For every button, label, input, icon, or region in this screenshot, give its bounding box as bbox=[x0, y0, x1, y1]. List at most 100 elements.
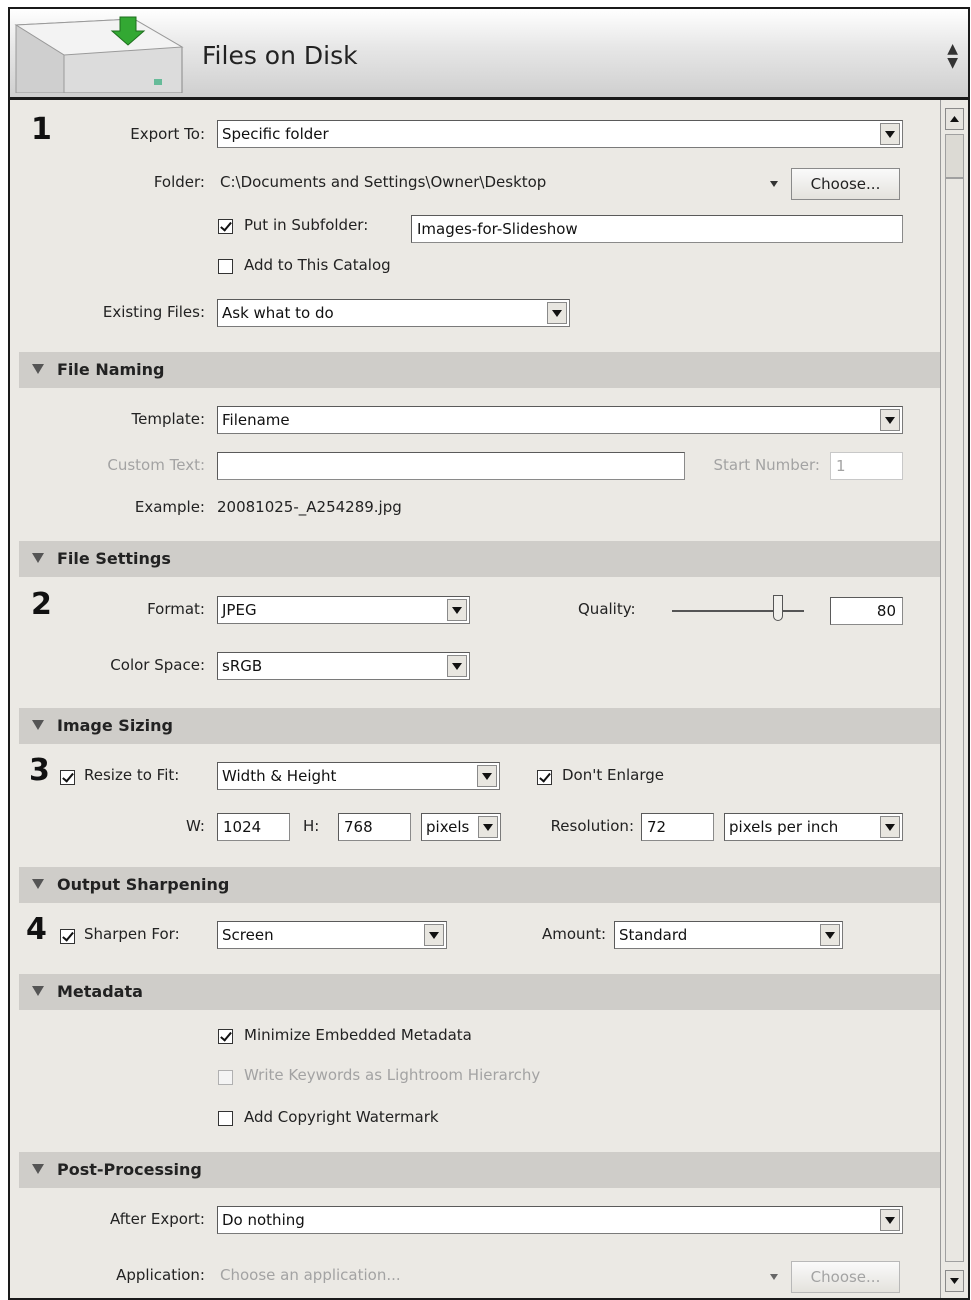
dont-enlarge-checkbox[interactable] bbox=[537, 770, 552, 785]
scroll-track-upper[interactable] bbox=[945, 134, 964, 178]
choose-folder-button[interactable]: Choose... bbox=[791, 168, 900, 200]
step-number-1: 1 bbox=[31, 112, 52, 147]
scroll-thumb[interactable] bbox=[945, 178, 964, 1262]
choose-application-button[interactable]: Choose... bbox=[791, 1261, 900, 1293]
chevron-down-icon[interactable] bbox=[477, 765, 497, 787]
write-keywords-checkbox[interactable] bbox=[218, 1070, 233, 1085]
amount-dropdown[interactable]: Standard bbox=[614, 921, 843, 949]
chevron-down-icon[interactable] bbox=[478, 816, 498, 838]
folder-history-arrow-icon[interactable] bbox=[770, 181, 778, 187]
disclosure-triangle-icon[interactable] bbox=[32, 986, 44, 996]
existing-files-label: Existing Files: bbox=[102, 303, 205, 321]
disclosure-triangle-icon[interactable] bbox=[32, 553, 44, 563]
settings-panel: 1 Export To: Specific folder Folder: C:\… bbox=[10, 100, 941, 1298]
write-keywords-label: Write Keywords as Lightroom Hierarchy bbox=[244, 1066, 541, 1084]
put-in-subfolder-label: Put in Subfolder: bbox=[244, 216, 369, 234]
scroll-up-button[interactable] bbox=[945, 108, 964, 130]
after-export-dropdown[interactable]: Do nothing bbox=[217, 1206, 903, 1234]
dont-enlarge-label: Don't Enlarge bbox=[562, 766, 665, 784]
section-label: File Naming bbox=[57, 360, 165, 379]
disclosure-triangle-icon[interactable] bbox=[32, 720, 44, 730]
copyright-watermark-checkbox[interactable] bbox=[218, 1111, 233, 1126]
minimize-metadata-checkbox[interactable] bbox=[218, 1029, 233, 1044]
disclosure-triangle-icon[interactable] bbox=[32, 1164, 44, 1174]
quality-slider-thumb[interactable] bbox=[773, 595, 783, 621]
chevron-down-icon[interactable] bbox=[424, 924, 444, 946]
color-space-value: sRGB bbox=[222, 657, 263, 675]
height-value: 768 bbox=[344, 818, 373, 836]
application-placeholder[interactable]: Choose an application... bbox=[220, 1266, 401, 1284]
resize-to-fit-label: Resize to Fit: bbox=[84, 766, 180, 784]
section-image-sizing[interactable]: Image Sizing bbox=[19, 708, 940, 744]
chevron-down-icon[interactable] bbox=[880, 816, 900, 838]
color-space-label: Color Space: bbox=[110, 656, 205, 674]
size-unit-dropdown[interactable]: pixels bbox=[421, 813, 501, 841]
start-number-input[interactable]: 1 bbox=[830, 452, 903, 480]
color-space-dropdown[interactable]: sRGB bbox=[217, 652, 470, 680]
sharpen-for-checkbox[interactable] bbox=[60, 929, 75, 944]
step-number-4: 4 bbox=[26, 912, 47, 947]
section-label: File Settings bbox=[57, 549, 171, 568]
chevron-down-icon[interactable] bbox=[547, 302, 567, 324]
chevron-down-icon[interactable] bbox=[820, 924, 840, 946]
header: Files on Disk ▲ ▼ bbox=[10, 9, 968, 100]
folder-path[interactable]: C:\Documents and Settings\Owner\Desktop bbox=[220, 173, 546, 191]
resolution-unit-dropdown[interactable]: pixels per inch bbox=[724, 813, 903, 841]
template-dropdown[interactable]: Filename bbox=[217, 406, 903, 434]
format-dropdown[interactable]: JPEG bbox=[217, 596, 470, 624]
width-value: 1024 bbox=[223, 818, 262, 836]
after-export-value: Do nothing bbox=[222, 1211, 305, 1229]
example-label: Example: bbox=[134, 498, 205, 516]
updown-arrows-icon[interactable]: ▲ ▼ bbox=[947, 42, 958, 70]
section-label: Image Sizing bbox=[57, 716, 173, 735]
section-file-settings[interactable]: File Settings bbox=[19, 541, 940, 577]
subfolder-input[interactable]: Images-for-Slideshow bbox=[411, 215, 903, 243]
resolution-input[interactable]: 72 bbox=[641, 813, 714, 841]
quality-slider-track[interactable] bbox=[672, 610, 804, 612]
chevron-down-icon[interactable] bbox=[447, 599, 467, 621]
vertical-scrollbar[interactable] bbox=[941, 100, 968, 1298]
subfolder-value: Images-for-Slideshow bbox=[417, 220, 578, 238]
resize-to-fit-checkbox[interactable] bbox=[60, 770, 75, 785]
chevron-down-icon[interactable] bbox=[447, 655, 467, 677]
section-post-processing[interactable]: Post-Processing bbox=[19, 1152, 940, 1188]
after-export-label: After Export: bbox=[110, 1210, 205, 1228]
height-input[interactable]: 768 bbox=[338, 813, 411, 841]
chevron-down-icon[interactable] bbox=[880, 1209, 900, 1231]
dialog-title: Files on Disk bbox=[202, 41, 358, 70]
sharpen-for-label: Sharpen For: bbox=[84, 925, 180, 943]
format-label: Format: bbox=[147, 600, 205, 618]
start-number-label: Start Number: bbox=[713, 456, 820, 474]
put-in-subfolder-checkbox[interactable] bbox=[218, 219, 233, 234]
sharpen-for-dropdown[interactable]: Screen bbox=[217, 921, 447, 949]
add-to-catalog-label: Add to This Catalog bbox=[244, 256, 391, 274]
section-file-naming[interactable]: File Naming bbox=[19, 352, 940, 388]
resolution-unit-value: pixels per inch bbox=[729, 818, 839, 836]
existing-files-dropdown[interactable]: Ask what to do bbox=[217, 299, 570, 327]
export-to-dropdown[interactable]: Specific folder bbox=[217, 120, 903, 148]
start-number-value: 1 bbox=[836, 457, 846, 475]
width-input[interactable]: 1024 bbox=[217, 813, 290, 841]
chevron-down-icon[interactable] bbox=[880, 409, 900, 431]
arrow-up-icon bbox=[950, 116, 959, 122]
amount-label: Amount: bbox=[542, 925, 606, 943]
size-unit-value: pixels bbox=[426, 818, 470, 836]
application-history-arrow-icon[interactable] bbox=[770, 1274, 778, 1280]
sharpen-for-value: Screen bbox=[222, 926, 274, 944]
custom-text-input[interactable] bbox=[217, 452, 685, 480]
step-number-2: 2 bbox=[31, 587, 52, 622]
resize-mode-dropdown[interactable]: Width & Height bbox=[217, 762, 500, 790]
disclosure-triangle-icon[interactable] bbox=[32, 364, 44, 374]
quality-input[interactable]: 80 bbox=[830, 597, 903, 625]
chevron-down-icon[interactable] bbox=[880, 123, 900, 145]
disclosure-triangle-icon[interactable] bbox=[32, 879, 44, 889]
section-metadata[interactable]: Metadata bbox=[19, 974, 940, 1010]
format-value: JPEG bbox=[222, 601, 257, 619]
export-dialog: Files on Disk ▲ ▼ 1 Export To: Specific f… bbox=[8, 7, 970, 1300]
scroll-down-button[interactable] bbox=[945, 1270, 964, 1292]
application-label: Application: bbox=[116, 1266, 205, 1284]
add-to-catalog-checkbox[interactable] bbox=[218, 259, 233, 274]
minimize-metadata-label: Minimize Embedded Metadata bbox=[244, 1026, 472, 1044]
quality-label: Quality: bbox=[578, 600, 636, 618]
section-output-sharpening[interactable]: Output Sharpening bbox=[19, 867, 940, 903]
